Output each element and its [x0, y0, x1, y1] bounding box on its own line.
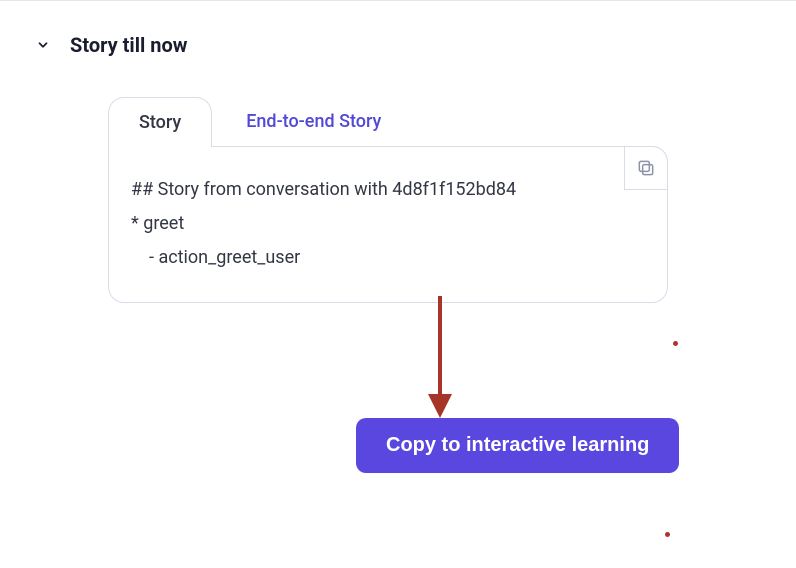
copy-to-interactive-learning-button[interactable]: Copy to interactive learning: [356, 418, 679, 473]
section-header[interactable]: Story till now: [0, 1, 796, 57]
arrow-annotation: [420, 290, 460, 424]
tabs: Story End-to-end Story: [108, 97, 668, 146]
tab-story[interactable]: Story: [108, 97, 212, 147]
section-title: Story till now: [70, 33, 187, 57]
annotation-dot: [665, 532, 670, 537]
story-line-1: ## Story from conversation with 4d8f1f15…: [131, 173, 645, 207]
tab-end-to-end-story[interactable]: End-to-end Story: [212, 97, 411, 146]
story-line-2: * greet: [131, 207, 645, 241]
story-panel: Story End-to-end Story ## Story from con…: [108, 97, 668, 303]
story-line-3: - action_greet_user: [131, 241, 645, 275]
annotation-dot: [673, 341, 678, 346]
story-content: ## Story from conversation with 4d8f1f15…: [108, 146, 668, 303]
copy-icon[interactable]: [624, 146, 668, 190]
chevron-down-icon: [34, 36, 52, 54]
